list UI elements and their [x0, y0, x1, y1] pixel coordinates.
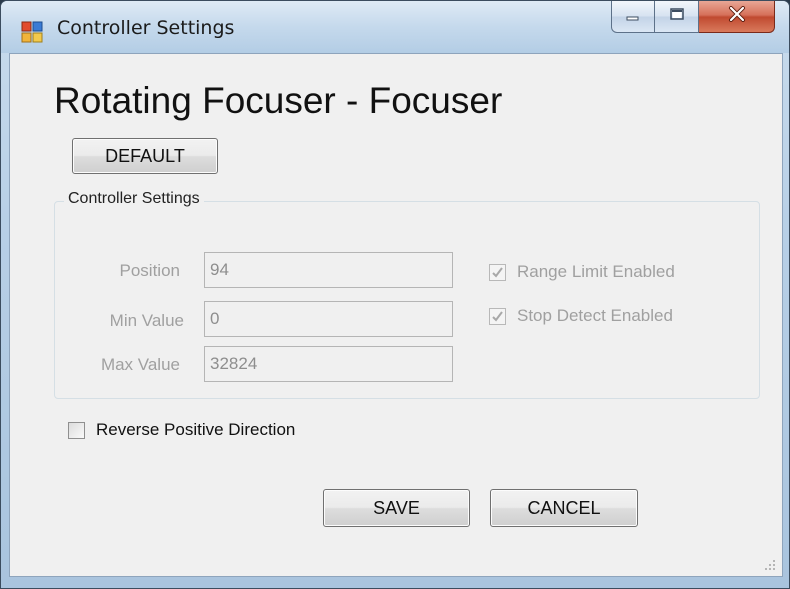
close-button[interactable] [699, 1, 775, 33]
app-icon[interactable] [21, 21, 43, 43]
checkmark-icon [492, 266, 503, 278]
default-button[interactable]: DEFAULT [72, 138, 218, 174]
max-value-field[interactable] [204, 346, 453, 382]
position-label: Position [119, 261, 180, 280]
page-title: Rotating Focuser - Focuser [54, 80, 503, 121]
save-button[interactable]: SAVE [323, 489, 470, 527]
reverse-direction-label: Reverse Positive Direction [96, 420, 296, 439]
group-title: Controller Settings [64, 190, 204, 208]
resize-grip-icon[interactable] [764, 558, 776, 570]
dialog-window: Controller Settings Rotating Focuser - F… [0, 0, 790, 589]
stop-detect-label: Stop Detect Enabled [517, 306, 673, 325]
position-field[interactable] [204, 252, 453, 288]
min-value-field[interactable] [204, 301, 453, 337]
stop-detect-checkbox-row[interactable]: Stop Detect Enabled [489, 306, 673, 326]
range-limit-checkbox[interactable] [489, 263, 506, 281]
range-limit-label: Range Limit Enabled [517, 262, 675, 281]
window-title: Controller Settings [57, 17, 235, 39]
min-value-label: Min Value [109, 311, 184, 330]
minimize-button[interactable] [611, 1, 655, 33]
max-value-label: Max Value [100, 355, 180, 374]
maximize-button[interactable] [655, 1, 699, 33]
title-bar[interactable]: Controller Settings [1, 1, 789, 53]
caption-buttons [611, 1, 775, 39]
minimize-icon [625, 8, 641, 26]
checkmark-icon [492, 310, 503, 322]
stop-detect-checkbox[interactable] [489, 307, 506, 325]
close-icon [728, 6, 746, 27]
range-limit-checkbox-row[interactable]: Range Limit Enabled [489, 262, 675, 282]
reverse-direction-checkbox[interactable] [68, 421, 85, 439]
reverse-direction-checkbox-row[interactable]: Reverse Positive Direction [68, 420, 295, 440]
cancel-button[interactable]: CANCEL [490, 489, 638, 527]
dialog-client-area: Rotating Focuser - Focuser DEFAULT Contr… [9, 53, 783, 577]
maximize-icon [669, 7, 685, 26]
